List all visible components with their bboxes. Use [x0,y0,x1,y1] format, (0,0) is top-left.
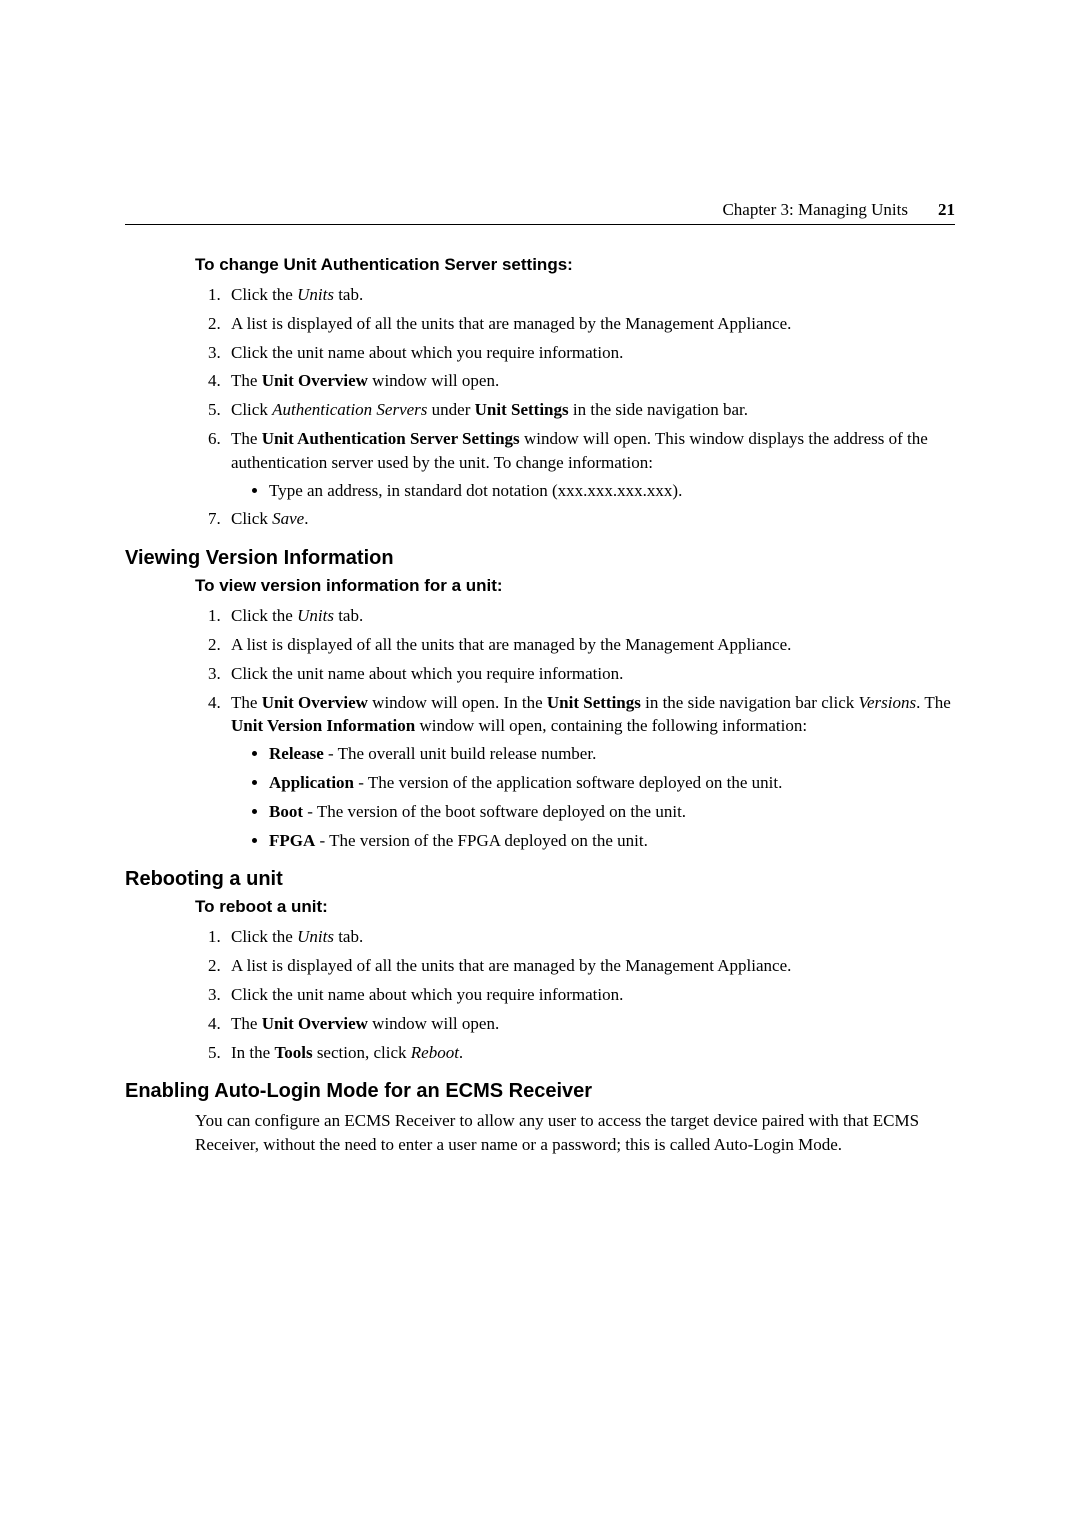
section-heading-version: Viewing Version Information [125,547,955,570]
steps-auth: Click the Units tab. A list is displayed… [195,283,955,531]
text: Type an address, in standard dot notatio… [269,481,682,500]
text: Click the unit name about which you requ… [231,985,623,1004]
text: Click the [231,606,297,625]
text: Click [231,509,272,528]
step: Click the unit name about which you requ… [225,341,955,365]
step: Click the unit name about which you requ… [225,662,955,686]
procedure-title-reboot: To reboot a unit: [195,897,955,917]
text-bold: Application [269,773,354,792]
procedure-title-auth: To change Unit Authentication Server set… [195,255,955,275]
text: . [304,509,308,528]
text: tab. [334,927,363,946]
text: tab. [334,606,363,625]
bullet: Boot - The version of the boot software … [269,800,955,824]
step: A list is displayed of all the units tha… [225,954,955,978]
text-bold: Release [269,744,324,763]
text: A list is displayed of all the units tha… [231,314,791,333]
text: window will open. [368,1014,499,1033]
text: section, click [313,1043,411,1062]
bullet: Release - The overall unit build release… [269,742,955,766]
step: A list is displayed of all the units tha… [225,633,955,657]
step: Click Authentication Servers under Unit … [225,398,955,422]
step: The Unit Overview window will open. [225,1012,955,1036]
bullet: Application - The version of the applica… [269,771,955,795]
step: Click Save. [225,507,955,531]
text-italic: Units [297,285,334,304]
text: window will open. In the [368,693,547,712]
text-bold: Unit Settings [475,400,569,419]
text: . [459,1043,463,1062]
step: Click the Units tab. [225,604,955,628]
text: - The overall unit build release number. [324,744,597,763]
text: - The version of the FPGA deployed on th… [315,831,648,850]
text: under [427,400,474,419]
step: The Unit Overview window will open. In t… [225,691,955,853]
text: - The version of the application softwar… [354,773,782,792]
sub-bullets: Type an address, in standard dot notatio… [239,479,955,503]
text: Click the [231,285,297,304]
step: Click the unit name about which you requ… [225,983,955,1007]
running-header: Chapter 3: Managing Units 21 [125,200,955,225]
text-bold: FPGA [269,831,315,850]
sub-bullets: Release - The overall unit build release… [239,742,955,852]
document-page: Chapter 3: Managing Units 21 To change U… [0,0,1080,1528]
text-bold: Boot [269,802,303,821]
bullet: FPGA - The version of the FPGA deployed … [269,829,955,853]
text-bold: Unit Version Information [231,716,415,735]
text: The [231,1014,262,1033]
text: window will open, containing the followi… [415,716,807,735]
text-bold: Unit Settings [547,693,641,712]
steps-reboot: Click the Units tab. A list is displayed… [195,925,955,1064]
text-italic: Versions [859,693,917,712]
text-italic: Reboot [411,1043,459,1062]
text-bold: Unit Overview [262,1014,368,1033]
page-number: 21 [938,200,955,220]
text: A list is displayed of all the units tha… [231,956,791,975]
text: window will open. [368,371,499,390]
text: The [231,371,262,390]
text: . The [916,693,951,712]
text-bold: Tools [274,1043,312,1062]
bullet: Type an address, in standard dot notatio… [269,479,955,503]
step: Click the Units tab. [225,283,955,307]
text: tab. [334,285,363,304]
section-heading-autologin: Enabling Auto-Login Mode for an ECMS Rec… [125,1080,955,1103]
section-heading-reboot: Rebooting a unit [125,868,955,891]
text: A list is displayed of all the units tha… [231,635,791,654]
step: In the Tools section, click Reboot. [225,1041,955,1065]
text: Click the unit name about which you requ… [231,664,623,683]
text: Click the [231,927,297,946]
step: A list is displayed of all the units tha… [225,312,955,336]
text-italic: Units [297,927,334,946]
text: Click [231,400,272,419]
text-italic: Authentication Servers [272,400,427,419]
text: The [231,693,262,712]
body-text-autologin: You can configure an ECMS Receiver to al… [195,1109,955,1157]
procedure-title-version: To view version information for a unit: [195,576,955,596]
step: The Unit Overview window will open. [225,369,955,393]
steps-version: Click the Units tab. A list is displayed… [195,604,955,852]
text-italic: Save [272,509,304,528]
text: in the side navigation bar click [641,693,859,712]
text: in the side navigation bar. [569,400,748,419]
step: Click the Units tab. [225,925,955,949]
text: - The version of the boot software deplo… [303,802,686,821]
text: In the [231,1043,274,1062]
chapter-label: Chapter 3: Managing Units [722,200,908,220]
text-bold: Unit Overview [262,693,368,712]
step: The Unit Authentication Server Settings … [225,427,955,502]
text: The [231,429,262,448]
text-bold: Unit Authentication Server Settings [262,429,520,448]
text-italic: Units [297,606,334,625]
text-bold: Unit Overview [262,371,368,390]
text: Click the unit name about which you requ… [231,343,623,362]
